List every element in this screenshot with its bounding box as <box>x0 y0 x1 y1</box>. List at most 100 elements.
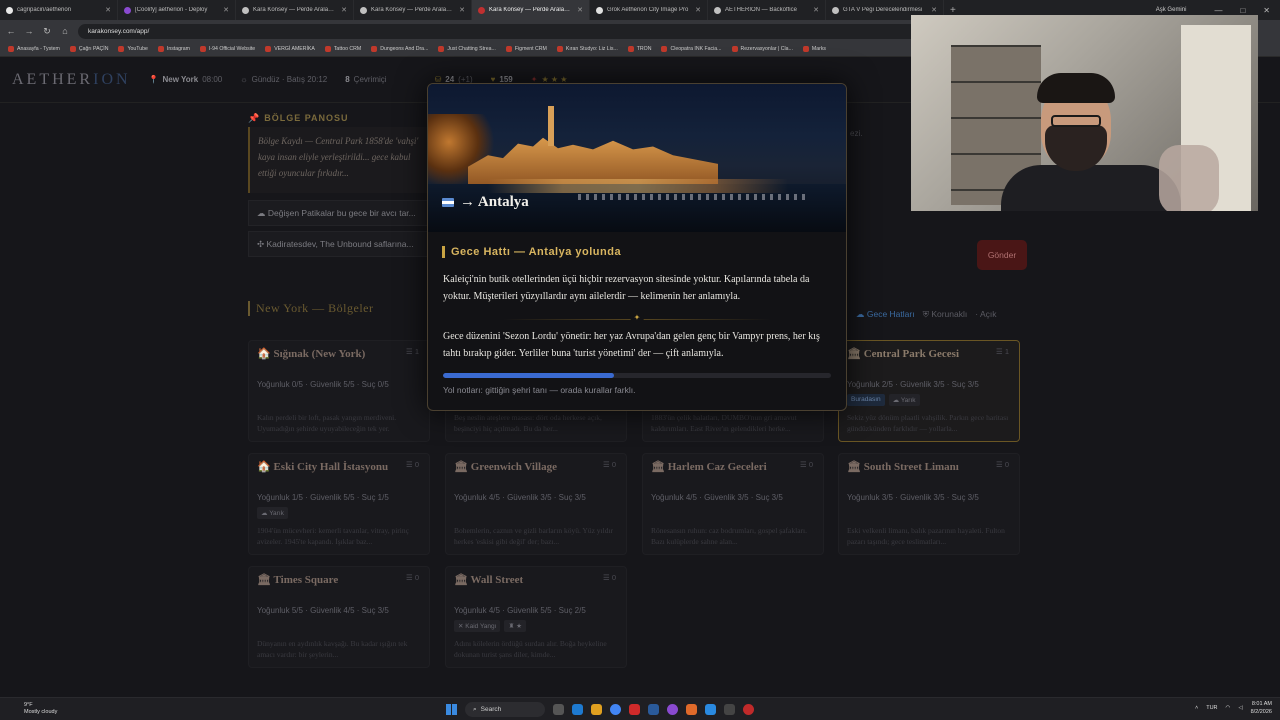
url-field[interactable]: karakonsey.com/app/ <box>78 23 958 39</box>
close-window-icon[interactable]: ✕ <box>1263 6 1270 15</box>
chrome-icon[interactable] <box>610 704 621 715</box>
app-orange-icon[interactable] <box>686 704 697 715</box>
lang-indicator[interactable]: TUR <box>1206 705 1217 711</box>
bookmark-item[interactable]: Dungeons And Dra... <box>371 46 428 52</box>
region-name-text: Eski City Hall İstasyonu <box>273 461 389 473</box>
region-tags: ☁ Yarık <box>257 507 421 519</box>
tab-close-icon[interactable]: ✕ <box>341 6 347 14</box>
reload-icon[interactable]: ↻ <box>42 26 52 37</box>
back-icon[interactable]: ← <box>6 26 16 36</box>
volume-icon[interactable]: ◁ <box>1238 705 1242 711</box>
feed-item[interactable]: ☁ Değişen Patikalar bu gece bir avcı tar… <box>248 200 428 226</box>
app-grey-icon[interactable] <box>724 704 735 715</box>
region-card[interactable]: 🏛 Greenwich Village ☰ 0 Yoğunluk 4/5 · Güv… <box>445 453 627 555</box>
phase-stat: ☼ Gündüz · Batış 20:12 <box>240 75 327 84</box>
browser-tab[interactable]: Kara Konsey — Perde Aralanıyor ✕ <box>354 0 472 20</box>
city-stat[interactable]: 📍 New York 08:00 <box>149 75 223 84</box>
app-red-icon[interactable] <box>629 704 640 715</box>
bookmark-item[interactable]: YouTube <box>118 46 148 52</box>
bookmark-item[interactable]: TRON <box>627 46 651 52</box>
edge-icon[interactable] <box>572 704 583 715</box>
tab-favicon-icon <box>124 6 131 14</box>
bookmark-item[interactable]: Anasayfa - Tystem <box>8 46 60 52</box>
send-button[interactable]: Gönder <box>977 240 1027 270</box>
tab-close-icon[interactable]: ✕ <box>459 6 465 14</box>
forward-icon[interactable]: → <box>24 26 34 36</box>
weather-widget[interactable]: 9°F Mostly cloudy <box>24 702 57 716</box>
tab-close-icon[interactable]: ✕ <box>695 6 701 14</box>
hero-minaret <box>548 106 554 146</box>
feed-item[interactable]: ✣ Kadiratesdev, The Unbound saflarına... <box>248 231 428 257</box>
windows-start-icon[interactable] <box>446 704 457 715</box>
tab-close-icon[interactable]: ✕ <box>223 6 229 14</box>
region-card[interactable]: 🏛 Harlem Caz Geceleri ☰ 0 Yoğunluk 4/5 · G… <box>642 453 824 555</box>
tab-close-icon[interactable]: ✕ <box>931 6 937 14</box>
bookmark-item[interactable]: Kıran Studyo: Liz Lis... <box>556 46 618 52</box>
obs-icon[interactable] <box>667 704 678 715</box>
app-logo[interactable]: AETHERION <box>12 71 131 89</box>
search-label: Search <box>480 706 502 713</box>
browser-tab[interactable]: Kara Konsey — Perde Aralanıyor ✕ <box>472 0 590 20</box>
region-card[interactable]: 🏠 Eski City Hall İstasyonu ☰ 0 Yoğunluk 1/… <box>248 453 430 555</box>
bookmark-item[interactable]: Figment CRM <box>505 46 547 52</box>
bookmark-item[interactable]: VERGİ AMERİKA <box>265 46 315 52</box>
region-card[interactable]: 🏛 Central Park Gecesi ☰ 1 Yoğunluk 2/5 · G… <box>838 340 1020 442</box>
task-view-icon[interactable] <box>553 704 564 715</box>
browser-tab[interactable]: Kara Konsey — Perde Aralanıyor ✕ <box>236 0 354 20</box>
maximize-icon[interactable]: □ <box>1240 6 1245 15</box>
bookmark-item[interactable]: Cleopatra INK Facia... <box>661 46 722 52</box>
browser-tab[interactable]: AETHERION — Backoffice ✕ <box>708 0 826 20</box>
home-icon[interactable]: ⌂ <box>60 26 70 36</box>
minimize-icon[interactable]: — <box>1214 6 1222 15</box>
travel-modal: → Antalya Gece Hattı — Antalya yolunda K… <box>427 83 847 411</box>
new-tab-button[interactable]: + <box>944 5 962 16</box>
tab-title: [Coolify] aetherion - Deploy <box>135 7 208 13</box>
bookmark-item[interactable]: Çağrı PAÇİN <box>69 46 108 52</box>
browser-tab[interactable]: [Coolify] aetherion - Deploy ✕ <box>118 0 236 20</box>
telegram-icon[interactable] <box>705 704 716 715</box>
file-explorer-icon[interactable] <box>591 704 602 715</box>
region-description: Adını kölelerin ördüğü surdan alır. Boğa… <box>454 639 607 659</box>
bookmark-item[interactable]: Marks <box>802 46 827 52</box>
region-icon: 🏛 <box>847 348 861 360</box>
filter-open[interactable]: · Açık <box>975 309 996 320</box>
bookmark-item[interactable]: I-94 Official Website <box>199 46 256 52</box>
clock[interactable]: 8:01 AM 8/2/2026 <box>1251 700 1272 716</box>
region-card[interactable]: 🏛 South Street Limanı ☰ 0 Yoğunluk 3/5 · G… <box>838 453 1020 555</box>
clock-date: 8/2/2026 <box>1250 709 1272 715</box>
browser-tab[interactable]: Grok Aetherion City Image Pro ✕ <box>590 0 708 20</box>
tab-close-icon[interactable]: ✕ <box>105 6 111 14</box>
steam-icon[interactable] <box>648 704 659 715</box>
bookmark-item[interactable]: Tattoo CRM <box>324 46 361 52</box>
region-card[interactable]: 🏛 Wall Street ☰ 0 Yoğunluk 4/5 · Güvenlik … <box>445 566 627 668</box>
filter-protected[interactable]: ⛨ Korunaklı <box>923 309 968 320</box>
region-card[interactable]: 🏛 Times Square ☰ 0 Yoğunluk 5/5 · Güvenlik… <box>248 566 430 668</box>
taskbar-search[interactable]: ⌕ Search <box>465 702 545 717</box>
wifi-icon[interactable]: ◠ <box>1226 705 1231 711</box>
panel-title-text: BÖLGE PANOSU <box>264 113 349 123</box>
bookmark-item[interactable]: Instagram <box>157 46 190 52</box>
divider-star-icon: ✦ <box>630 313 644 322</box>
region-stats: Yoğunluk 4/5 · Güvenlik 3/5 · Suç 3/5 <box>454 493 586 502</box>
profile-label[interactable]: Aşk Gemini <box>1156 7 1187 13</box>
tab-close-icon[interactable]: ✕ <box>813 6 819 14</box>
region-card[interactable]: 🏠 Sığınak (New York) ☰ 1 Yoğunluk 0/5 · Gü… <box>248 340 430 442</box>
tray-chevron-icon[interactable]: ˄ <box>1195 705 1198 711</box>
browser-tab[interactable]: cagripacin/aetherion ✕ <box>0 0 118 20</box>
bookmark-label: Anasayfa - Tystem <box>17 46 60 52</box>
bookmark-item[interactable]: Just Chatting Strea... <box>438 46 496 52</box>
region-name: 🏠 Sığınak (New York) <box>257 347 421 360</box>
region-icon: 🏛 <box>651 461 665 473</box>
online-stat[interactable]: 8 Çevrimiçi <box>345 75 386 84</box>
region-player-count: ☰ 0 <box>603 460 616 469</box>
region-description: Sekiz yüz dönüm plaatli vahşilik. Parkın… <box>847 413 1009 433</box>
bookmark-label: Marks <box>811 46 827 52</box>
filter-night-lines[interactable]: ☁ Gece Hatları <box>856 309 915 320</box>
bookmark-favicon-icon <box>661 46 668 52</box>
bookmark-label: I-94 Official Website <box>208 46 256 52</box>
tab-close-icon[interactable]: ✕ <box>577 6 583 14</box>
region-tags <box>257 394 421 406</box>
bookmark-item[interactable]: Rezervasyonlar | Cla... <box>731 46 793 52</box>
bookmark-favicon-icon <box>505 46 512 52</box>
app-record-icon[interactable] <box>743 704 754 715</box>
